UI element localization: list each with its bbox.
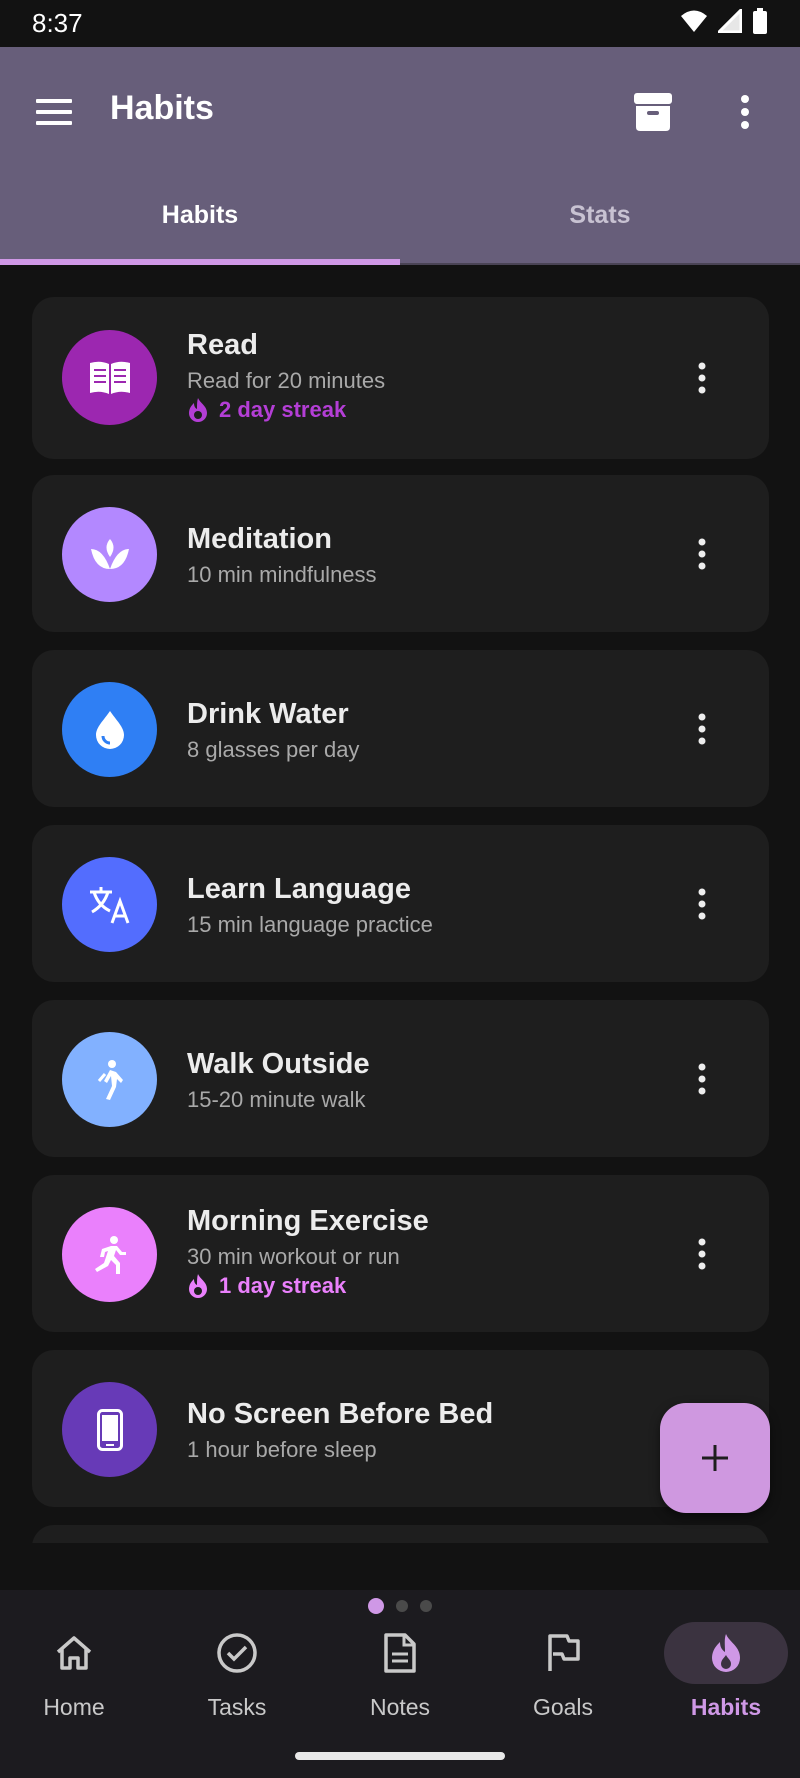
check-circle-icon xyxy=(217,1633,257,1673)
document-icon xyxy=(384,1633,416,1673)
nav-item-notes[interactable]: Notes xyxy=(328,1620,478,1730)
more-vertical-icon xyxy=(698,713,706,745)
smartphone-icon xyxy=(96,1408,123,1451)
wifi-icon xyxy=(681,10,707,32)
flame-icon xyxy=(189,398,207,422)
habit-name: Meditation xyxy=(187,523,332,555)
page-indicator xyxy=(0,1598,800,1614)
habit-description: 15-20 minute walk xyxy=(187,1087,366,1112)
signal-icon xyxy=(718,9,742,33)
habit-more-button[interactable] xyxy=(677,1054,727,1104)
nav-label: Notes xyxy=(369,1694,431,1720)
app-bar: Habits Habits Stats xyxy=(0,47,800,265)
more-vertical-icon xyxy=(698,888,706,920)
habit-description: 8 glasses per day xyxy=(187,737,360,762)
habit-name: Read xyxy=(187,329,258,361)
habit-more-button[interactable] xyxy=(677,353,727,403)
flame-icon xyxy=(189,1274,207,1298)
flag-icon xyxy=(548,1634,580,1671)
nav-label: Tasks xyxy=(207,1694,267,1720)
habit-name: Walk Outside xyxy=(187,1048,370,1080)
habit-card[interactable]: Drink Water 8 glasses per day xyxy=(32,650,769,807)
nav-item-tasks[interactable]: Tasks xyxy=(165,1620,315,1730)
habit-card[interactable]: No Screen Before Bed 1 hour before sleep xyxy=(32,1350,769,1507)
habit-description: 15 min language practice xyxy=(187,912,433,937)
nav-label: Home xyxy=(43,1694,105,1720)
archive-button[interactable] xyxy=(628,85,678,139)
status-time: 8:37 xyxy=(32,8,83,38)
page-title: Habits xyxy=(110,89,214,127)
status-bar: 8:37 xyxy=(0,0,800,47)
streak-text: 2 day streak xyxy=(219,397,347,422)
habit-name: Learn Language xyxy=(187,873,411,905)
nav-item-goals[interactable]: Goals xyxy=(491,1620,641,1730)
more-vertical-icon xyxy=(698,1238,706,1270)
habit-name: No Screen Before Bed xyxy=(187,1398,494,1430)
run-icon xyxy=(94,1235,126,1274)
nav-label: Goals xyxy=(532,1694,594,1720)
habit-description: 10 min mindfulness xyxy=(187,562,377,587)
book-icon xyxy=(89,361,130,394)
more-vertical-icon xyxy=(698,1063,706,1095)
plus-icon xyxy=(702,1445,728,1471)
habit-card[interactable]: Morning Exercise 30 min workout or run 1… xyxy=(32,1175,769,1332)
habit-name: Morning Exercise xyxy=(187,1205,429,1237)
streak-badge: 2 day streak xyxy=(187,397,346,423)
more-vertical-icon xyxy=(698,362,706,394)
add-habit-button[interactable] xyxy=(660,1403,770,1513)
translate-icon xyxy=(89,886,129,924)
habit-card[interactable]: Meditation 10 min mindfulness xyxy=(32,475,769,632)
status-icons xyxy=(680,8,768,34)
home-icon xyxy=(56,1636,92,1670)
battery-icon xyxy=(753,8,767,34)
more-vertical-icon xyxy=(698,538,706,570)
habit-card[interactable] xyxy=(32,1525,769,1543)
habit-icon-badge xyxy=(62,857,157,952)
habit-description: 1 hour before sleep xyxy=(187,1437,377,1462)
habit-icon-badge xyxy=(62,330,157,425)
page-dot-active xyxy=(368,1598,384,1614)
habit-icon-badge xyxy=(62,1207,157,1302)
overflow-menu-button[interactable] xyxy=(720,85,770,139)
habit-more-button[interactable] xyxy=(677,1229,727,1279)
archive-icon xyxy=(634,93,672,131)
water-drop-icon xyxy=(95,710,124,749)
home-gesture-bar[interactable] xyxy=(295,1752,505,1760)
habit-icon-badge xyxy=(62,1382,157,1477)
habit-description: Read for 20 minutes xyxy=(187,368,386,393)
habit-description: 30 min workout or run xyxy=(187,1244,400,1269)
streak-text: 1 day streak xyxy=(219,1273,347,1298)
habit-card[interactable]: Read Read for 20 minutes 2 day streak xyxy=(32,297,769,459)
nav-label: Habits xyxy=(690,1694,762,1720)
nav-item-habits[interactable]: Habits xyxy=(654,1620,800,1730)
habit-icon-badge xyxy=(62,1032,157,1127)
tab-habits[interactable]: Habits xyxy=(0,197,400,263)
habit-more-button[interactable] xyxy=(677,704,727,754)
page-dot xyxy=(396,1600,408,1612)
menu-button[interactable] xyxy=(30,87,80,137)
habit-list[interactable]: Read Read for 20 minutes 2 day streak Me… xyxy=(0,265,800,1543)
lotus-icon xyxy=(90,538,129,569)
more-vertical-icon xyxy=(741,95,749,129)
habit-icon-badge xyxy=(62,682,157,777)
walk-icon xyxy=(97,1059,123,1100)
flame-icon xyxy=(712,1634,740,1672)
habit-icon-badge xyxy=(62,507,157,602)
habit-more-button[interactable] xyxy=(677,879,727,929)
habit-more-button[interactable] xyxy=(677,529,727,579)
habit-card[interactable]: Learn Language 15 min language practice xyxy=(32,825,769,982)
habit-name: Drink Water xyxy=(187,698,349,730)
hamburger-menu-icon xyxy=(36,99,72,125)
streak-badge: 1 day streak xyxy=(187,1273,346,1299)
page-dot xyxy=(420,1600,432,1612)
habit-card[interactable]: Walk Outside 15-20 minute walk xyxy=(32,1000,769,1157)
nav-item-home[interactable]: Home xyxy=(2,1620,152,1730)
tab-stats[interactable]: Stats xyxy=(400,197,800,263)
